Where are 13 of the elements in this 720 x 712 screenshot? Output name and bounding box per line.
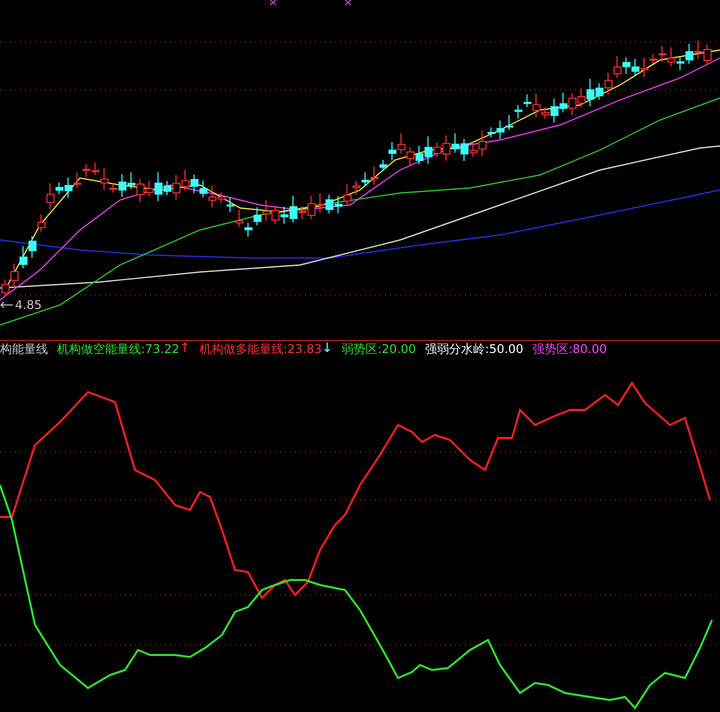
legend-label: 机构做多能量线:23.83 <box>199 340 322 358</box>
arrow-icon: ↓ <box>322 342 333 356</box>
legend-label: 构能量线 <box>0 340 48 358</box>
legend-label: 机构做空能量线:73.22 <box>57 340 180 358</box>
cross-mark <box>270 0 276 6</box>
legend-label: 强势区:80.00 <box>532 340 607 358</box>
arrow-icon: ↑ <box>179 342 190 356</box>
legend-label: 弱势区:20.00 <box>342 340 416 358</box>
legend-label: 强弱分水岭:50.00 <box>425 340 524 358</box>
candlestick <box>38 214 46 232</box>
cross-mark <box>344 0 352 6</box>
price-label: 4.85 <box>15 298 42 312</box>
left-arrow-icon <box>0 301 14 309</box>
